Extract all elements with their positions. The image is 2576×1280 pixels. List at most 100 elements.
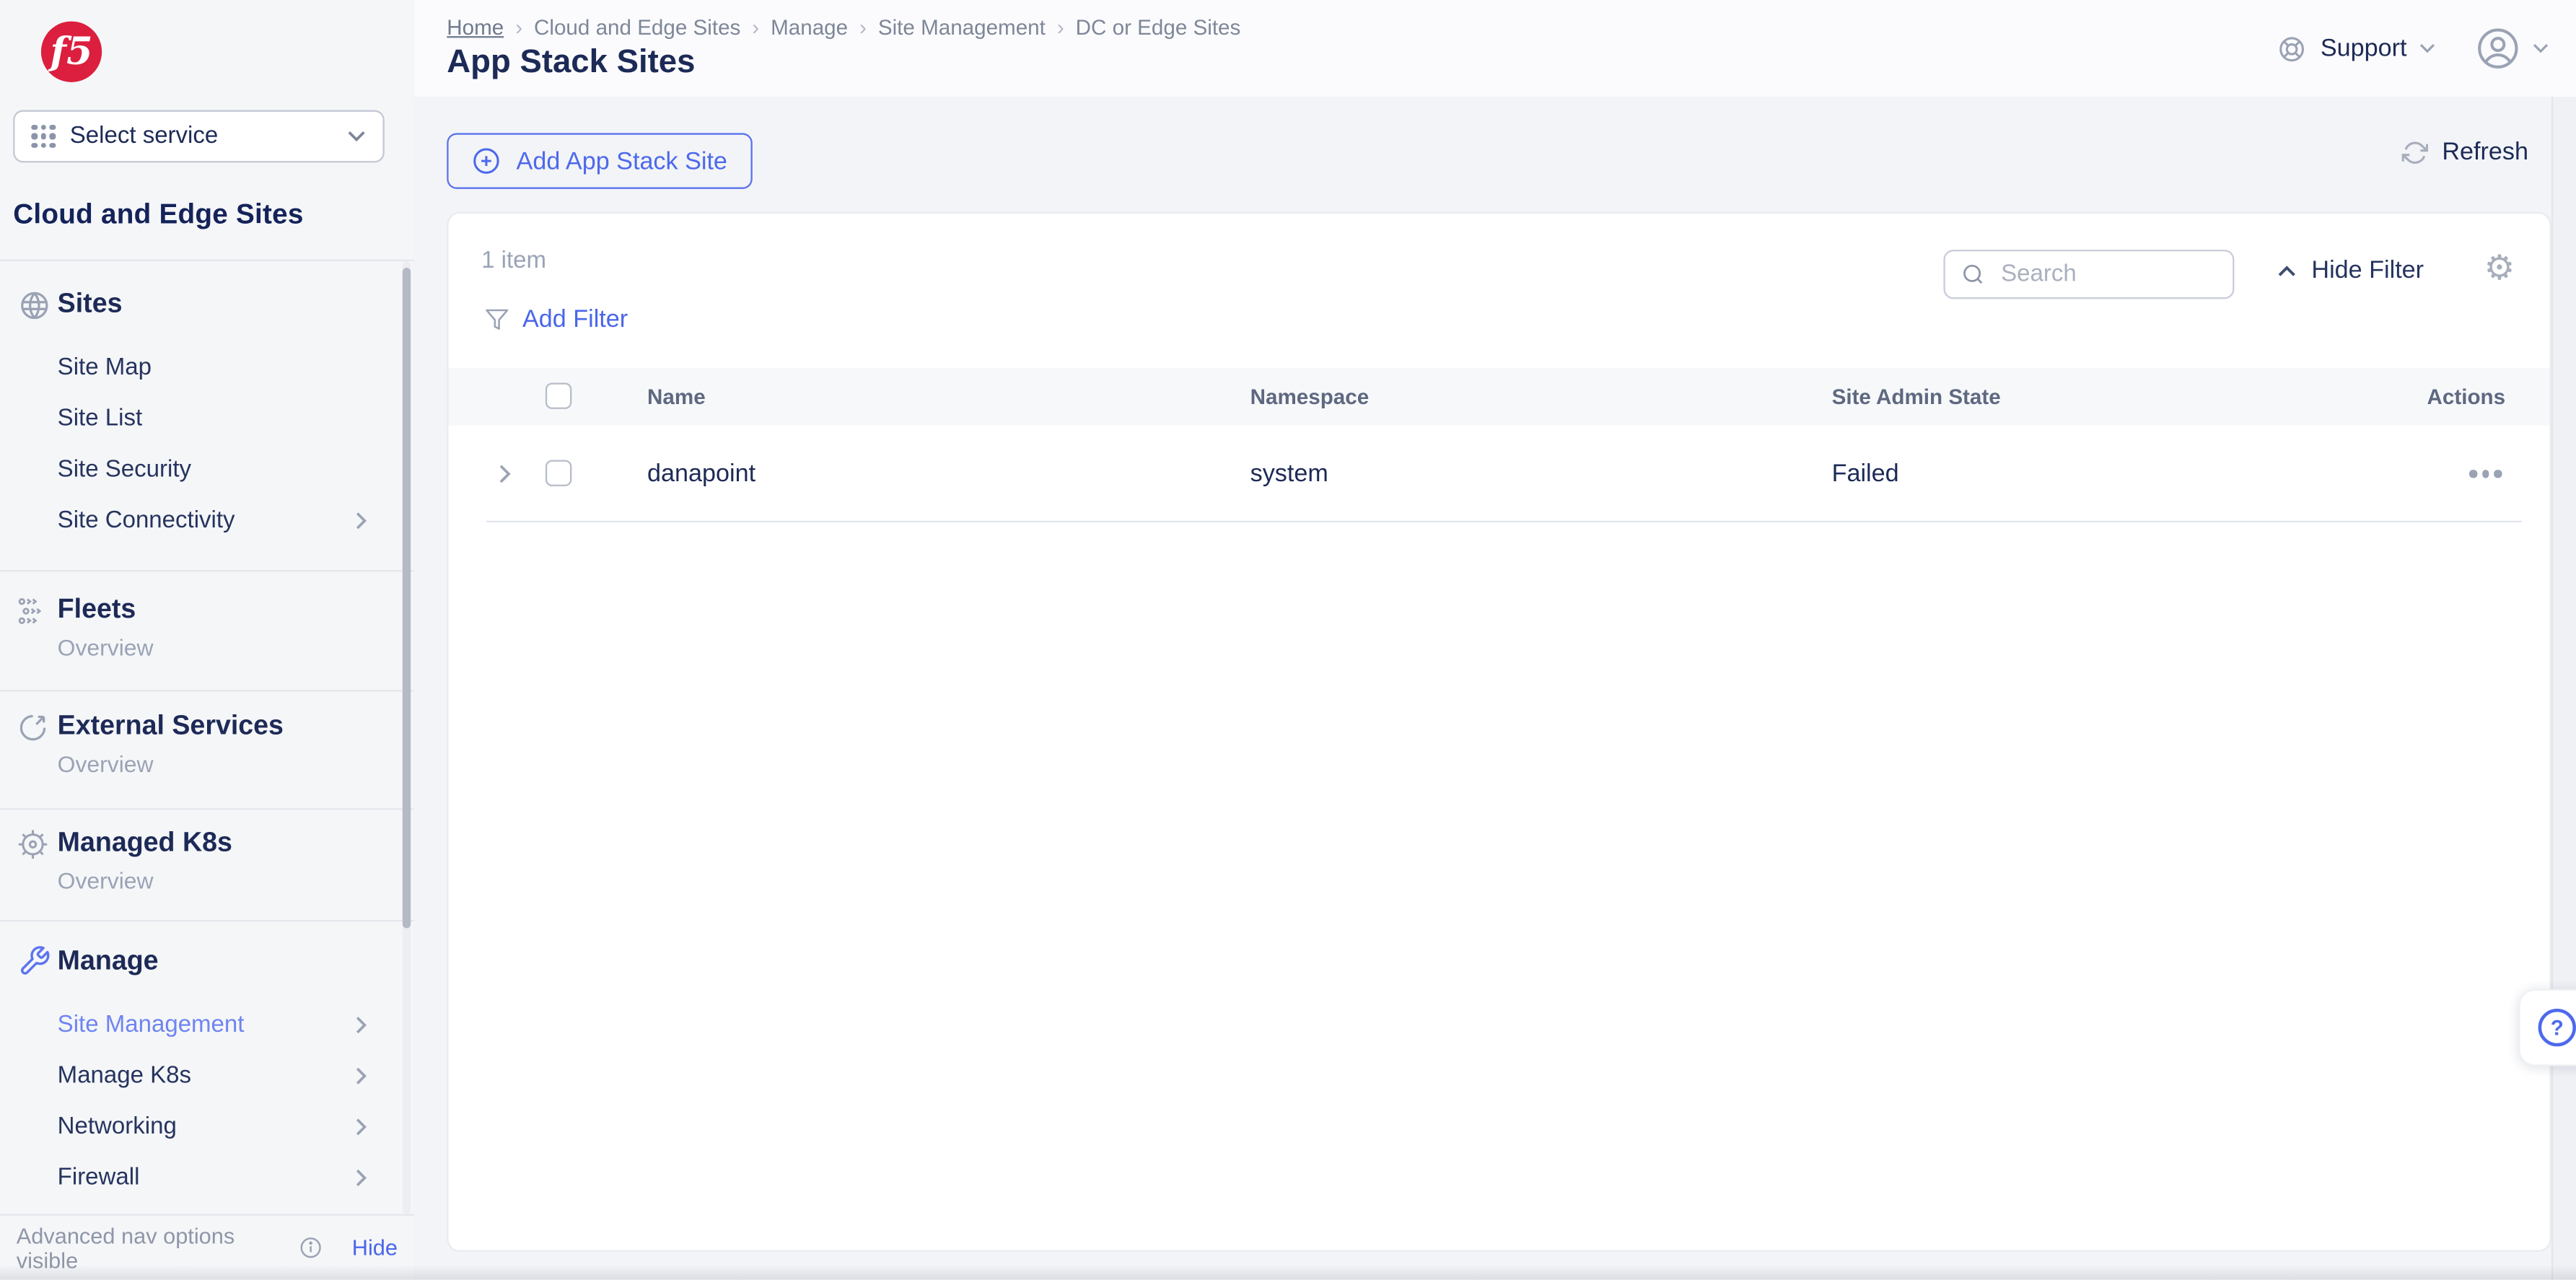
add-filter-label: Add Filter [522, 305, 628, 333]
row-checkbox[interactable] [546, 460, 571, 486]
divider [0, 260, 414, 261]
sidebar: f5 Select service Cloud and Edge Sites S… [0, 0, 416, 1280]
chevron-right-icon [355, 1117, 368, 1136]
info-icon [299, 1235, 323, 1260]
sidebar-section-external-services[interactable]: External Services [58, 711, 284, 742]
table-header-row: Name Namespace Site Admin State Actions [449, 368, 2550, 426]
breadcrumb-site-management[interactable]: Site Management [878, 14, 1046, 39]
sidebar-title: Cloud and Edge Sites [13, 198, 303, 232]
helm-icon [17, 828, 50, 861]
table-row[interactable]: danapoint system Failed [449, 426, 2550, 521]
search-input[interactable] [1998, 260, 2217, 289]
add-app-stack-site-button[interactable]: Add App Stack Site [447, 133, 752, 188]
sidebar-section-fleets[interactable]: Fleets [58, 595, 136, 626]
divider [0, 690, 414, 691]
chevron-up-icon [2277, 263, 2297, 276]
sidebar-scrollbar-thumb[interactable] [403, 268, 411, 928]
gear-icon[interactable]: ⚙ [2484, 251, 2515, 286]
filter-funnel-icon [485, 307, 509, 332]
chevron-right-icon [355, 1015, 368, 1035]
row-expand-chevron-icon[interactable] [498, 463, 512, 485]
cell-namespace: system [1250, 460, 1328, 488]
column-header-name[interactable]: Name [647, 385, 706, 409]
sidebar-item-site-security[interactable]: Site Security [58, 457, 191, 483]
row-actions-menu-icon[interactable] [2469, 470, 2501, 477]
page-title: App Stack Sites [447, 44, 695, 82]
breadcrumb: Home Cloud and Edge Sites Manage Site Ma… [447, 14, 1240, 39]
sidebar-section-sites[interactable]: Sites [58, 289, 123, 320]
column-header-actions: Actions [2427, 385, 2506, 409]
sidebar-item-site-map[interactable]: Site Map [58, 355, 152, 381]
sidebar-item-networking[interactable]: Networking [58, 1114, 177, 1140]
chevron-down-icon [2532, 43, 2550, 54]
breadcrumb-separator [752, 14, 759, 39]
column-header-namespace[interactable]: Namespace [1250, 385, 1370, 409]
chevron-right-icon [355, 511, 368, 530]
refresh-label: Refresh [2442, 138, 2528, 166]
sites-table-card: 1 item Hide Filter ⚙ Add Filter [447, 212, 2551, 1252]
hide-filter-button[interactable]: Hide Filter [2277, 256, 2424, 284]
sidebar-item-external-services-overview[interactable]: Overview [58, 750, 154, 776]
shield-arrow-icon [17, 711, 50, 745]
question-mark-icon: ? [2538, 1009, 2576, 1046]
breadcrumb-home[interactable]: Home [447, 14, 504, 39]
service-selector-label: Select service [70, 123, 332, 149]
divider [0, 570, 414, 571]
chevron-down-icon [2418, 43, 2436, 54]
grid-icon [31, 124, 55, 148]
chevron-down-icon [346, 130, 366, 143]
sidebar-item-site-connectivity[interactable]: Site Connectivity [58, 508, 235, 534]
sidebar-item-manage-k8s[interactable]: Manage K8s [58, 1063, 191, 1089]
sidebar-item-firewall[interactable]: Firewall [58, 1165, 140, 1191]
add-button-label: Add App Stack Site [517, 147, 727, 175]
row-divider [486, 521, 2522, 522]
chevron-right-icon [355, 1168, 368, 1188]
fleet-icon [17, 595, 50, 628]
column-header-site-admin-state[interactable]: Site Admin State [1832, 385, 2001, 409]
service-selector[interactable]: Select service [13, 110, 385, 163]
item-count: 1 item [481, 248, 546, 274]
search-box [1943, 250, 2234, 299]
content-right-gutter [2551, 97, 2576, 1279]
app-root: f5 Select service Cloud and Edge Sites S… [0, 0, 2576, 1280]
breadcrumb-cloud-and-edge-sites[interactable]: Cloud and Edge Sites [534, 14, 740, 39]
sidebar-section-manage[interactable]: Manage [58, 946, 159, 977]
plus-circle-icon [472, 146, 501, 176]
divider [0, 920, 414, 921]
breadcrumb-separator [515, 14, 522, 39]
cell-name[interactable]: danapoint [647, 460, 755, 488]
refresh-button[interactable]: Refresh [2403, 138, 2528, 166]
divider [0, 808, 414, 810]
breadcrumb-manage[interactable]: Manage [771, 14, 848, 39]
sidebar-item-site-list[interactable]: Site List [58, 406, 142, 431]
sidebar-section-managed-k8s[interactable]: Managed K8s [58, 828, 232, 859]
breadcrumb-separator [859, 14, 867, 39]
sidebar-item-managed-k8s-overview[interactable]: Overview [58, 867, 154, 893]
user-menu[interactable] [2476, 26, 2549, 70]
search-icon [1961, 263, 1984, 286]
chevron-right-icon [355, 1066, 368, 1086]
main-content: Add App Stack Site Refresh 1 item Hide F… [414, 97, 2576, 1279]
advanced-nav-label: Advanced nav options visible [17, 1223, 289, 1272]
sidebar-footer: Advanced nav options visible Hide [0, 1214, 414, 1280]
add-filter-button[interactable]: Add Filter [485, 305, 628, 333]
support-menu[interactable]: Support [2278, 34, 2437, 63]
globe-icon [18, 289, 51, 323]
breadcrumb-separator [1057, 14, 1064, 39]
hide-advanced-nav-link[interactable]: Hide [352, 1235, 398, 1260]
breadcrumb-dc-or-edge-sites: DC or Edge Sites [1076, 14, 1241, 39]
support-label: Support [2321, 35, 2407, 63]
top-header: Home Cloud and Edge Sites Manage Site Ma… [414, 0, 2576, 99]
f5-logo: f5 [41, 22, 102, 82]
sidebar-item-fleets-overview[interactable]: Overview [58, 634, 154, 660]
wrench-icon [18, 944, 51, 978]
sidebar-item-site-management[interactable]: Site Management [58, 1012, 245, 1038]
lifebuoy-icon [2278, 34, 2308, 63]
refresh-icon [2403, 139, 2429, 165]
select-all-checkbox[interactable] [546, 382, 571, 408]
cell-site-admin-state: Failed [1832, 460, 1899, 488]
header-actions: Support [2278, 0, 2550, 97]
help-button[interactable]: ? [2518, 989, 2576, 1066]
user-avatar-icon [2476, 26, 2520, 70]
hide-filter-label: Hide Filter [2311, 256, 2424, 284]
